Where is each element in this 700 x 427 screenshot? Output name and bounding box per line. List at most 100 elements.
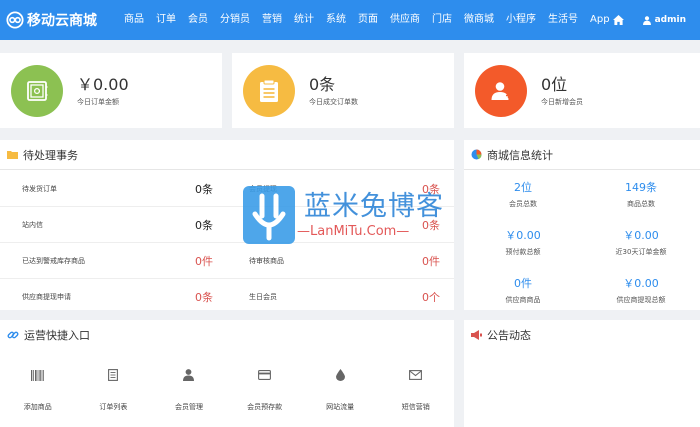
todo-label: 供应商提现申请 — [22, 293, 71, 301]
nav-item-suppliers[interactable]: 供应商 — [384, 0, 426, 40]
nav-item-mini-program[interactable]: 小程序 — [500, 0, 542, 40]
barcode-icon — [31, 369, 45, 381]
user-icon — [183, 369, 195, 381]
stat-cell: 2位会员总数 — [464, 181, 582, 209]
stat-label: 今日订单金额 — [77, 97, 119, 106]
main-nav: 商品 订单 会员 分销员 营销 统计 系统 页面 供应商 门店 微商城 小程序 … — [118, 0, 616, 40]
nav-item-goods[interactable]: 商品 — [118, 0, 150, 40]
todo-panel: 待处理事务 待发货订单 0条 会员提现 0条 站内信 0条 0条 已达到警戒库存商品 0… — [0, 140, 454, 310]
folder-icon — [7, 150, 18, 159]
nav-item-life-account[interactable]: 生活号 — [542, 0, 584, 40]
quick-entry-list: 添加商品 订单列表 会员管理 会员预存款 网站流量 短信营销 — [0, 365, 454, 412]
quick-site-traffic[interactable]: 网站流量 — [302, 365, 378, 412]
todo-value: 0条 — [422, 218, 440, 232]
quick-sms-marketing[interactable]: 短信营销 — [378, 365, 454, 412]
megaphone-icon — [471, 330, 482, 340]
quick-member-manage[interactable]: 会员管理 — [151, 365, 227, 412]
todo-panel-header: 待处理事务 — [0, 140, 454, 170]
quick-label: 订单列表 — [99, 403, 128, 411]
store-stats-grid: 2位会员总数 149条 商品总数 ￥0.00 预付款总额 ￥0.00 近30天订单金额… — [464, 171, 700, 315]
quick-entry-header: 运营快捷入口 — [0, 320, 454, 350]
todo-value: 0条 — [195, 291, 213, 304]
stat-cell-value: ￥0.00 — [623, 277, 659, 290]
quick-entry-panel: 运营快捷入口 添加商品 订单列表 会员管理 会员预存款 网站流量 短信营销 — [0, 320, 454, 427]
stat-circle — [475, 64, 527, 117]
username: admin — [654, 15, 686, 25]
todo-item[interactable]: 待审核商品 0件 — [227, 253, 454, 269]
nav-item-marketing[interactable]: 营销 — [256, 0, 288, 40]
quick-label: 短信营销 — [401, 403, 430, 411]
stat-cell: ￥0.00 供应商提现总额 — [582, 277, 700, 305]
table-row: 已达到警戒库存商品 0件 待审核商品 0件 — [0, 243, 454, 279]
todo-value: 0件 — [422, 254, 440, 268]
stat-cell-label: 供应商商品 — [505, 296, 541, 304]
stat-value: 0位 — [541, 74, 568, 94]
brand[interactable]: 移动云商城 — [0, 10, 118, 30]
nav-item-system[interactable]: 系统 — [320, 0, 352, 40]
safe-icon — [27, 80, 48, 101]
store-stats-title: 商城信息统计 — [487, 148, 553, 162]
todo-item[interactable]: 已达到警戒库存商品 0件 — [0, 253, 227, 269]
stat-circle — [243, 64, 295, 117]
stat-cell: 0件供应商商品 — [464, 277, 582, 305]
notice-title: 公告动态 — [487, 329, 531, 342]
home-icon — [613, 15, 625, 25]
stat-cell-label: 供应商提现总额 — [616, 296, 666, 304]
stat-cell: ￥0.00 近30天订单金额 — [582, 229, 700, 257]
brand-name: 移动云商城 — [27, 13, 97, 29]
nav-item-pages[interactable]: 页面 — [352, 0, 384, 40]
todo-label: 待审核商品 — [249, 256, 284, 265]
link-icon — [7, 329, 19, 341]
quick-label: 会员预存款 — [247, 403, 283, 411]
quick-label: 网站流量 — [326, 403, 355, 411]
stat-cell-value: ￥0.00 — [623, 229, 659, 242]
stat-card-order-amount: ￥0.00 今日订单金额 — [0, 53, 222, 128]
todo-item[interactable]: 0条 — [227, 217, 454, 233]
stat-label: 今日成交订单数 — [309, 97, 358, 106]
nav-item-members[interactable]: 会员 — [182, 0, 214, 40]
notice-panel: 公告动态 — [464, 320, 700, 427]
quick-add-goods[interactable]: 添加商品 — [0, 365, 76, 412]
stat-cell-value: 149条 — [625, 181, 657, 194]
stat-cell: 149条 商品总数 — [582, 181, 700, 209]
quick-label: 添加商品 — [23, 403, 52, 411]
notice-header: 公告动态 — [464, 320, 700, 350]
nav-item-stores[interactable]: 门店 — [426, 0, 458, 40]
user-menu[interactable]: admin — [642, 15, 700, 25]
stat-cell-label: 近30天订单金额 — [615, 248, 667, 256]
quick-order-list[interactable]: 订单列表 — [76, 365, 152, 412]
home-button[interactable] — [607, 0, 631, 40]
stat-card-new-members: 0位 今日新增会员 — [464, 53, 700, 128]
mail-icon — [409, 370, 423, 380]
nav-item-distributors[interactable]: 分销员 — [214, 0, 256, 40]
nav-item-wechat-mall[interactable]: 微商城 — [458, 0, 500, 40]
nav-item-statistics[interactable]: 统计 — [288, 0, 320, 40]
clipboard-icon — [260, 79, 278, 102]
todo-item[interactable]: 会员提现 0条 — [227, 181, 454, 197]
todo-panel-title: 待处理事务 — [23, 148, 78, 162]
table-row: 站内信 0条 0条 — [0, 207, 454, 243]
nav-item-orders[interactable]: 订单 — [150, 0, 182, 40]
top-navbar: 移动云商城 商品 订单 会员 分销员 营销 统计 系统 页面 供应商 门店 微商… — [0, 0, 700, 40]
stat-card-order-count: 0条 今日成交订单数 — [232, 53, 454, 128]
todo-value: 0条 — [422, 182, 440, 196]
todo-label: 生日会员 — [249, 293, 277, 301]
list-doc-icon — [108, 369, 119, 381]
pie-chart-icon — [471, 149, 482, 160]
stat-cell-value: ￥0.00 — [505, 229, 541, 242]
stat-cell-label: 预付款总额 — [505, 248, 541, 256]
stat-value: 0条 — [309, 74, 336, 94]
cloud-logo-icon — [6, 11, 24, 29]
nav-right: admin — [607, 0, 700, 40]
stat-value: ￥0.00 — [77, 74, 129, 94]
todo-item[interactable]: 供应商提现申请 0条 — [0, 289, 227, 305]
todo-item[interactable]: 站内信 0条 — [0, 217, 227, 233]
stat-cell-label: 会员总数 — [509, 200, 537, 208]
todo-item[interactable]: 生日会员 0个 — [227, 289, 454, 305]
quick-member-deposit[interactable]: 会员预存款 — [227, 365, 303, 412]
todo-label: 站内信 — [22, 220, 43, 229]
todo-item[interactable]: 待发货订单 0条 — [0, 181, 227, 197]
todo-value: 0条 — [195, 218, 213, 232]
stat-cell-value: 0件 — [514, 277, 532, 290]
stat-cell-value: 2位 — [514, 181, 532, 194]
